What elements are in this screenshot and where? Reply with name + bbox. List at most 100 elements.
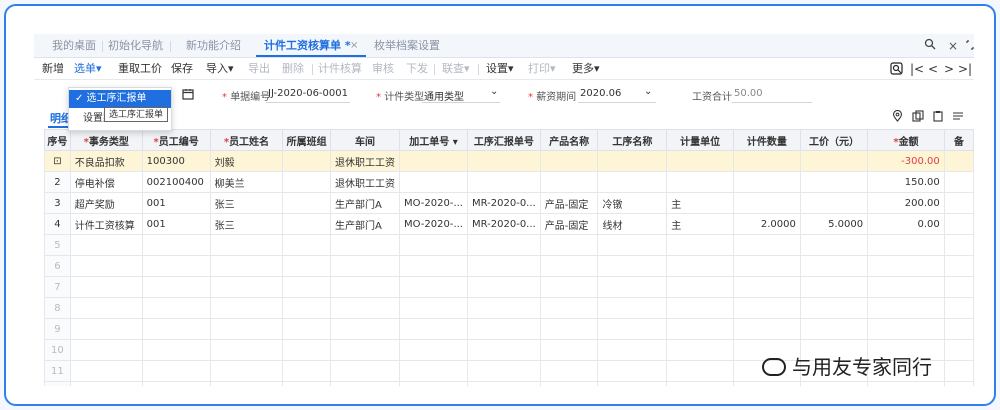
- col-header[interactable]: *事务类型: [69, 129, 143, 151]
- table-cell[interactable]: [282, 234, 331, 256]
- table-cell[interactable]: [466, 171, 541, 193]
- table-cell[interactable]: [539, 255, 599, 277]
- table-cell[interactable]: [943, 297, 974, 319]
- column-settings-icon[interactable]: [952, 110, 964, 125]
- table-cell[interactable]: 100300: [141, 150, 211, 172]
- table-cell[interactable]: [539, 318, 599, 340]
- table-cell[interactable]: [282, 276, 331, 298]
- more-button[interactable]: 更多▾: [572, 58, 600, 80]
- table-cell[interactable]: [732, 318, 801, 340]
- table-row[interactable]: 4 计件工资核算 001 张三 生产部门A MO-2020-... MR-2020-0...…: [44, 213, 974, 235]
- issue-button[interactable]: 下发: [406, 58, 428, 80]
- location-icon[interactable]: [892, 109, 903, 125]
- table-cell[interactable]: 002100400: [141, 171, 211, 193]
- table-cell[interactable]: [666, 276, 734, 298]
- table-cell[interactable]: [732, 150, 801, 172]
- table-cell[interactable]: [732, 255, 801, 277]
- table-cell[interactable]: [732, 297, 801, 319]
- table-cell[interactable]: [141, 318, 211, 340]
- piece-type-select[interactable]: 通用类型: [424, 88, 464, 103]
- empty-row[interactable]: 5: [44, 234, 974, 256]
- table-cell[interactable]: [539, 234, 599, 256]
- table-cell[interactable]: [666, 234, 734, 256]
- table-cell[interactable]: [282, 297, 331, 319]
- table-cell[interactable]: [867, 276, 945, 298]
- table-cell[interactable]: [69, 360, 143, 382]
- table-cell[interactable]: [943, 150, 974, 172]
- table-cell[interactable]: [666, 339, 734, 361]
- table-cell[interactable]: [282, 171, 331, 193]
- table-cell[interactable]: [209, 318, 284, 340]
- table-cell[interactable]: [330, 276, 400, 298]
- table-cell[interactable]: [799, 381, 869, 386]
- table-cell[interactable]: [799, 297, 869, 319]
- table-cell[interactable]: 5.0000: [799, 213, 869, 235]
- table-cell[interactable]: [330, 234, 400, 256]
- table-cell[interactable]: 产品-固定: [539, 192, 599, 214]
- table-cell[interactable]: [539, 171, 599, 193]
- table-cell[interactable]: MO-2020-...: [399, 213, 468, 235]
- table-cell[interactable]: [799, 171, 869, 193]
- table-cell[interactable]: [597, 339, 668, 361]
- table-cell[interactable]: [399, 381, 468, 386]
- col-header[interactable]: *金额: [867, 129, 945, 151]
- table-cell[interactable]: [943, 213, 974, 235]
- table-cell[interactable]: 产品-固定: [539, 213, 599, 235]
- table-cell[interactable]: [799, 150, 869, 172]
- close-window-icon[interactable]: ×: [948, 34, 958, 58]
- table-cell[interactable]: [466, 339, 541, 361]
- last-record-icon[interactable]: >|: [958, 58, 972, 80]
- table-cell[interactable]: 生产部门A: [330, 213, 400, 235]
- table-cell[interactable]: 主: [666, 192, 734, 214]
- table-cell[interactable]: MR-2020-0...: [466, 213, 541, 235]
- table-cell[interactable]: [141, 360, 211, 382]
- import-button[interactable]: 导入▾: [206, 58, 234, 80]
- table-cell[interactable]: [466, 150, 541, 172]
- table-cell[interactable]: [539, 360, 599, 382]
- table-cell[interactable]: MR-2020-0...: [466, 192, 541, 214]
- table-cell[interactable]: [209, 381, 284, 386]
- table-row[interactable]: 3 超产奖励 001 张三 生产部门A MO-2020-... MR-2020-0... 产品…: [44, 192, 974, 214]
- table-cell[interactable]: [209, 276, 284, 298]
- chevron-down-icon[interactable]: ⌄: [644, 86, 652, 97]
- tab-new-features[interactable]: 新功能介绍: [186, 34, 241, 58]
- delete-button[interactable]: 删除: [282, 58, 304, 80]
- table-cell[interactable]: [597, 171, 668, 193]
- table-cell[interactable]: [666, 255, 734, 277]
- table-cell[interactable]: [799, 276, 869, 298]
- table-cell[interactable]: [69, 234, 143, 256]
- table-cell[interactable]: [732, 276, 801, 298]
- table-cell[interactable]: [732, 192, 801, 214]
- table-cell[interactable]: [282, 255, 331, 277]
- table-cell[interactable]: 张三: [209, 213, 284, 235]
- table-cell[interactable]: [597, 255, 668, 277]
- table-cell[interactable]: [666, 360, 734, 382]
- table-cell[interactable]: [466, 297, 541, 319]
- empty-row[interactable]: 6: [44, 255, 974, 277]
- col-header[interactable]: *员工编号: [141, 129, 211, 151]
- table-cell[interactable]: [141, 297, 211, 319]
- table-cell[interactable]: [399, 150, 468, 172]
- table-cell[interactable]: -300.00: [867, 150, 945, 172]
- table-cell[interactable]: [539, 150, 599, 172]
- table-cell[interactable]: [597, 318, 668, 340]
- settings-button[interactable]: 设置▾: [486, 58, 514, 80]
- empty-row[interactable]: 9: [44, 318, 974, 340]
- col-header[interactable]: 序号: [44, 129, 71, 151]
- tab-enum-settings[interactable]: 枚举档案设置: [374, 34, 440, 58]
- table-cell[interactable]: [539, 297, 599, 319]
- table-cell[interactable]: 001: [141, 213, 211, 235]
- table-cell[interactable]: [539, 339, 599, 361]
- table-cell[interactable]: [539, 381, 599, 386]
- table-cell[interactable]: [597, 234, 668, 256]
- next-record-icon[interactable]: >: [944, 58, 954, 80]
- piece-calc-button[interactable]: 计件核算: [318, 58, 362, 80]
- table-row[interactable]: 2 停电补偿 002100400 柳美兰 退休职工工资 150.00: [44, 171, 974, 193]
- table-cell[interactable]: [943, 234, 974, 256]
- table-cell[interactable]: 001: [141, 192, 211, 214]
- col-header[interactable]: 工价（元）: [799, 129, 869, 151]
- table-cell[interactable]: [666, 318, 734, 340]
- table-cell[interactable]: [799, 255, 869, 277]
- table-cell[interactable]: [732, 171, 801, 193]
- tab-my-desktop[interactable]: 我的桌面: [52, 34, 96, 58]
